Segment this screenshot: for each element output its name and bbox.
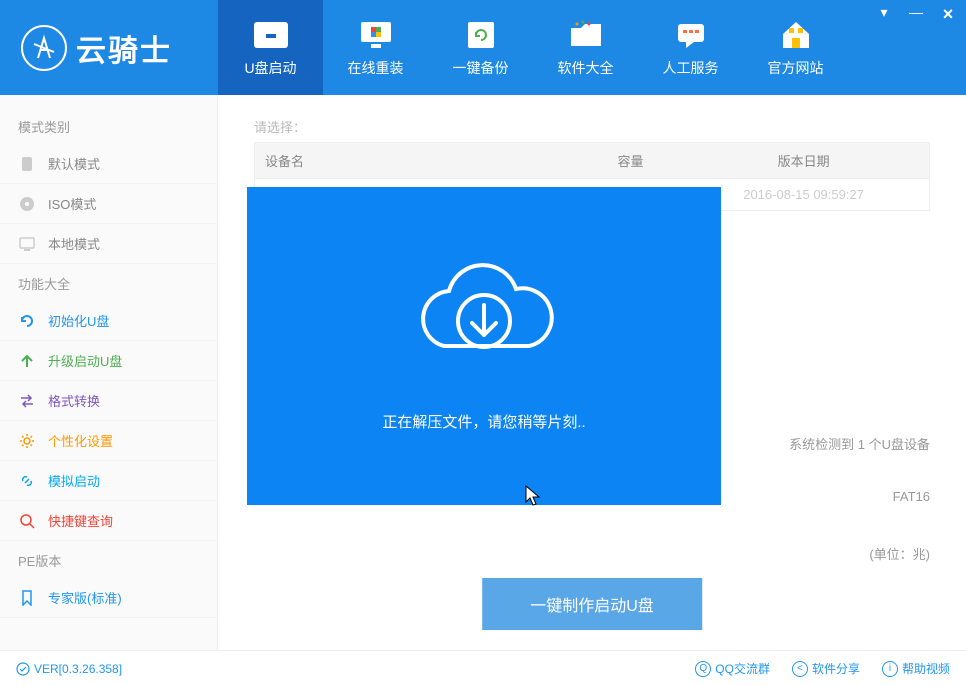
mouse-cursor-icon bbox=[525, 485, 543, 507]
monitor-icon bbox=[356, 18, 396, 52]
col-size: 容量 bbox=[573, 151, 688, 170]
section-features: 功能大全 bbox=[0, 264, 217, 301]
tab-reinstall[interactable]: 在线重装 bbox=[323, 0, 428, 95]
link-icon bbox=[18, 472, 36, 490]
section-pe: PE版本 bbox=[0, 541, 217, 578]
header-bar: 云骑士 U盘启动 在线重装 一键备份 软件大全 bbox=[0, 0, 966, 95]
detect-info: 系统检测到 1 个U盘设备 bbox=[753, 430, 966, 457]
usb-icon bbox=[251, 18, 291, 52]
sidebar-item-expert[interactable]: 专家版(标准) bbox=[0, 578, 217, 618]
dropdown-button[interactable]: ▾ bbox=[874, 4, 894, 25]
knight-logo-icon bbox=[20, 24, 68, 72]
default-icon bbox=[18, 155, 36, 173]
sidebar-item-custom[interactable]: 个性化设置 bbox=[0, 421, 217, 461]
minimize-button[interactable]: — bbox=[906, 4, 926, 25]
tab-service[interactable]: 人工服务 bbox=[638, 0, 743, 95]
qq-icon: Q bbox=[695, 661, 711, 677]
footer-help[interactable]: i 帮助视频 bbox=[882, 660, 950, 677]
close-button[interactable]: × bbox=[938, 4, 958, 25]
unit-info: (单位：兆) bbox=[833, 540, 966, 567]
select-prompt: 请选择： bbox=[218, 111, 966, 142]
col-date: 版本日期 bbox=[688, 151, 919, 170]
tab-software[interactable]: 软件大全 bbox=[533, 0, 638, 95]
sidebar-item-local[interactable]: 本地模式 bbox=[0, 224, 217, 264]
info-icon: i bbox=[882, 661, 898, 677]
sidebar-item-default[interactable]: 默认模式 bbox=[0, 144, 217, 184]
gear-icon bbox=[18, 432, 36, 450]
app-name: 云骑士 bbox=[76, 26, 172, 70]
footer-qq[interactable]: Q QQ交流群 bbox=[695, 660, 770, 677]
footer-links: Q QQ交流群 < 软件分享 i 帮助视频 bbox=[695, 660, 950, 677]
table-header: 设备名 容量 版本日期 bbox=[254, 142, 930, 179]
chat-icon bbox=[671, 18, 711, 52]
create-usb-button[interactable]: 一键制作启动U盘 bbox=[482, 578, 702, 630]
col-device: 设备名 bbox=[265, 151, 573, 170]
cloud-download-icon bbox=[404, 261, 564, 371]
logo: 云骑士 bbox=[0, 0, 218, 95]
version-label[interactable]: VER[0.3.26.358] bbox=[16, 662, 122, 676]
top-tabs: U盘启动 在线重装 一键备份 软件大全 人工服务 bbox=[218, 0, 966, 95]
folder-icon bbox=[566, 18, 606, 52]
home-icon bbox=[776, 18, 816, 52]
sidebar-item-upgrade[interactable]: 升级启动U盘 bbox=[0, 341, 217, 381]
tab-backup[interactable]: 一键备份 bbox=[428, 0, 533, 95]
share-icon: < bbox=[792, 661, 808, 677]
sidebar-item-hotkey[interactable]: 快捷键查询 bbox=[0, 501, 217, 541]
check-circle-icon bbox=[16, 662, 30, 676]
disc-icon bbox=[18, 195, 36, 213]
sidebar: 模式类别 默认模式 ISO模式 本地模式 功能大全 初始化U盘 升级启动U盘 格… bbox=[0, 95, 218, 650]
fs-info: FAT16 bbox=[857, 485, 966, 508]
sidebar-item-init[interactable]: 初始化U盘 bbox=[0, 301, 217, 341]
tab-website[interactable]: 官方网站 bbox=[743, 0, 848, 95]
sidebar-item-iso[interactable]: ISO模式 bbox=[0, 184, 217, 224]
progress-text: 正在解压文件，请您稍等片刻.. bbox=[382, 411, 585, 432]
progress-overlay: 正在解压文件，请您稍等片刻.. bbox=[247, 187, 721, 505]
swap-icon bbox=[18, 392, 36, 410]
arrow-up-icon bbox=[18, 352, 36, 370]
monitor-small-icon bbox=[18, 235, 36, 253]
bookmark-icon bbox=[18, 589, 36, 607]
search-icon bbox=[18, 512, 36, 530]
sidebar-item-format[interactable]: 格式转换 bbox=[0, 381, 217, 421]
sidebar-item-simulate[interactable]: 模拟启动 bbox=[0, 461, 217, 501]
tab-usb-boot[interactable]: U盘启动 bbox=[218, 0, 323, 95]
refresh-icon bbox=[18, 312, 36, 330]
footer: VER[0.3.26.358] Q QQ交流群 < 软件分享 i 帮助视频 bbox=[0, 650, 966, 686]
refresh-doc-icon bbox=[461, 18, 501, 52]
section-mode: 模式类别 bbox=[0, 107, 217, 144]
window-controls: ▾ — × bbox=[874, 4, 958, 25]
footer-share[interactable]: < 软件分享 bbox=[792, 660, 860, 677]
